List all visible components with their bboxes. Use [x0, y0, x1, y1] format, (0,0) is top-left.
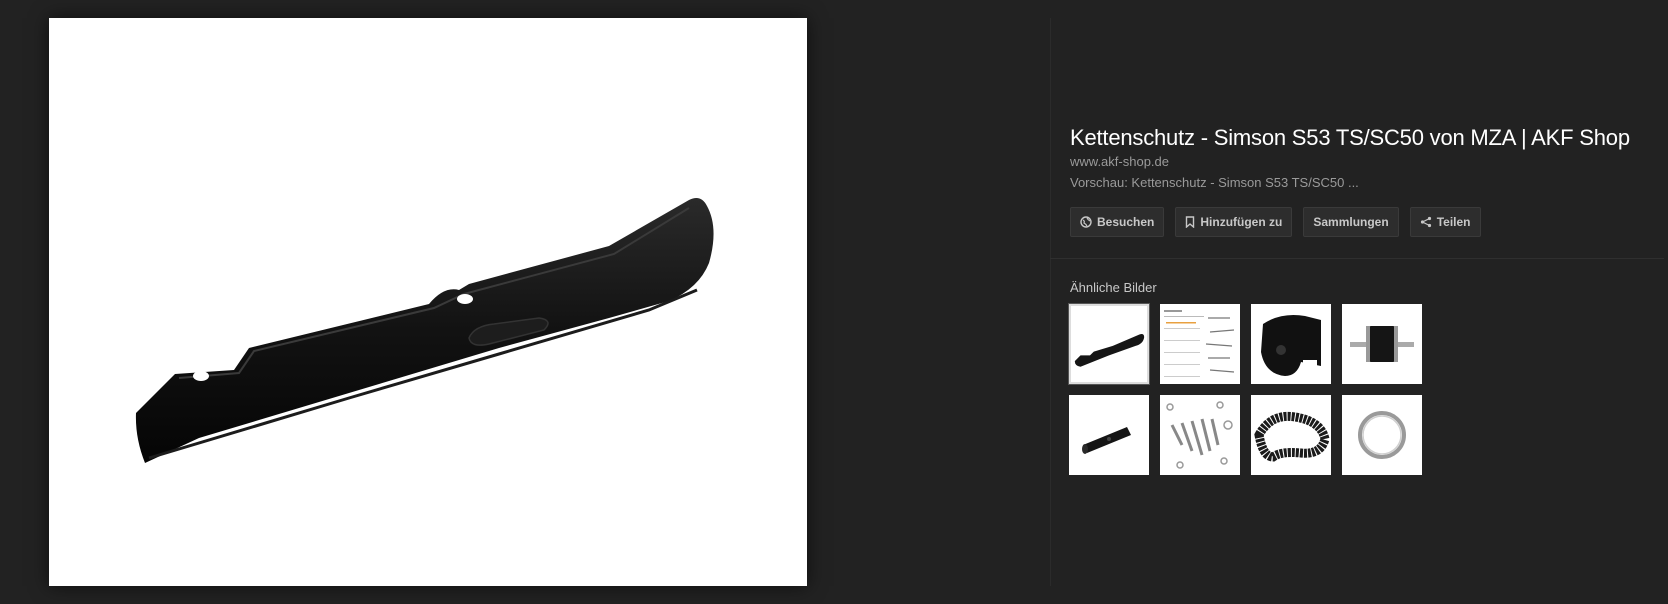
chain-guard-image	[135, 198, 714, 463]
similar-thumb-chain-guard[interactable]	[1068, 303, 1150, 385]
similar-thumb-key-ring[interactable]	[1342, 395, 1422, 475]
collections-button[interactable]: Sammlungen	[1303, 207, 1399, 237]
similar-thumb-rubber-buffer[interactable]	[1342, 304, 1422, 384]
result-site[interactable]: www.akf-shop.de	[1070, 153, 1660, 171]
result-title[interactable]: Kettenschutz - Simson S53 TS/SC50 von MZ…	[1070, 124, 1660, 152]
visit-button[interactable]: Besuchen	[1070, 207, 1165, 237]
similar-thumb-chain[interactable]	[1251, 395, 1331, 475]
bookmark-icon	[1185, 216, 1195, 228]
visit-label: Besuchen	[1097, 215, 1155, 229]
similar-images-section: Ähnliche Bilder	[1068, 280, 1422, 475]
collections-label: Sammlungen	[1313, 215, 1389, 229]
similar-thumb-bolts-set[interactable]	[1160, 395, 1240, 475]
image-viewer-panel: Kettenschutz - Simson S53 TS/SC50 von MZ…	[0, 0, 1668, 604]
similar-thumb-black-tube[interactable]	[1069, 395, 1149, 475]
main-image[interactable]	[49, 18, 807, 586]
panel-divider	[1050, 18, 1051, 586]
action-buttons: Besuchen Hinzufügen zu Sammlungen Teilen	[1070, 207, 1660, 237]
share-button[interactable]: Teilen	[1409, 207, 1481, 237]
similar-images-grid	[1068, 303, 1422, 475]
similar-thumb-parts-document[interactable]	[1160, 304, 1240, 384]
share-label: Teilen	[1436, 215, 1471, 229]
add-to-label: Hinzufügen zu	[1200, 215, 1283, 229]
result-info: Kettenschutz - Simson S53 TS/SC50 von MZ…	[1070, 124, 1660, 237]
similar-thumb-chain-cover[interactable]	[1251, 304, 1331, 384]
similar-images-label: Ähnliche Bilder	[1070, 280, 1157, 295]
share-icon	[1420, 216, 1432, 228]
globe-icon	[1080, 216, 1092, 228]
add-to-button[interactable]: Hinzufügen zu	[1175, 207, 1293, 237]
section-divider	[1050, 258, 1664, 259]
result-preview: Vorschau: Kettenschutz - Simson S53 TS/S…	[1070, 175, 1359, 190]
